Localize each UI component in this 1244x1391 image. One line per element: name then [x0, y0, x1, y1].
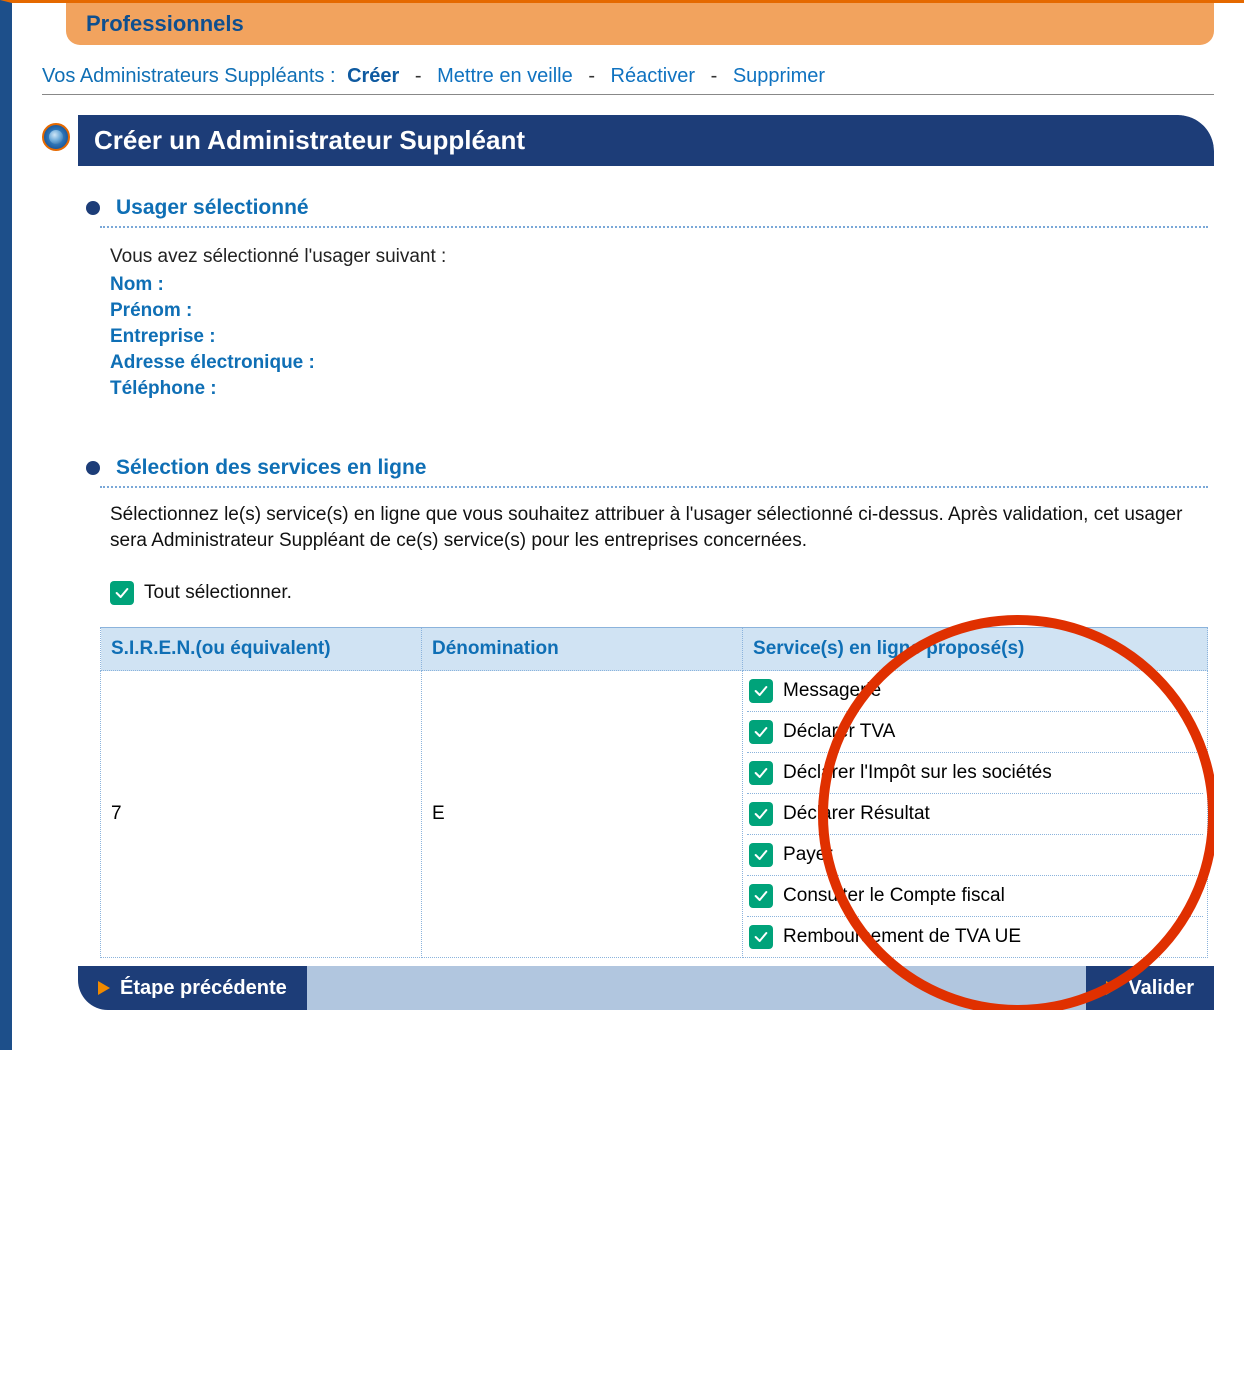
previous-step-label: Étape précédente	[120, 977, 287, 1000]
section-heading-user: Usager sélectionné	[100, 190, 1208, 228]
globe-icon	[42, 123, 70, 151]
service-checkbox[interactable]	[749, 843, 773, 867]
services-table-wrap: S.I.R.E.N.(ou équivalent) Dénomination S…	[100, 627, 1208, 958]
check-icon	[753, 724, 769, 740]
bullet-icon	[86, 461, 100, 475]
service-checkbox[interactable]	[749, 679, 773, 703]
field-prenom: Prénom :	[110, 300, 1198, 322]
service-item-impot-societes: Déclarer l'Impôt sur les sociétés	[747, 753, 1203, 794]
service-item-remboursement-tva-ue: Remboursement de TVA UE	[747, 917, 1203, 957]
select-all-label: Tout sélectionner.	[144, 582, 292, 604]
bullet-icon	[86, 201, 100, 215]
previous-step-button[interactable]: Étape précédente	[78, 966, 307, 1010]
service-label: Consulter le Compte fiscal	[783, 885, 1005, 907]
table-row: 7 E Messagerie	[101, 671, 1208, 958]
arrow-right-icon	[1106, 981, 1118, 995]
service-label: Déclarer TVA	[783, 721, 895, 743]
subnav-link-reactiver[interactable]: Réactiver	[611, 65, 695, 87]
separator: -	[711, 65, 718, 87]
footer-spacer	[307, 966, 1087, 1010]
th-denomination: Dénomination	[422, 628, 743, 671]
subnav-link-supprimer[interactable]: Supprimer	[733, 65, 825, 87]
field-email: Adresse électronique :	[110, 352, 1198, 374]
service-checkbox[interactable]	[749, 884, 773, 908]
cell-siren: 7	[101, 671, 422, 958]
check-icon	[753, 847, 769, 863]
check-icon	[753, 683, 769, 699]
validate-label: Valider	[1128, 977, 1194, 1000]
services-instructions: Sélectionnez le(s) service(s) en ligne q…	[100, 488, 1208, 563]
check-icon	[753, 929, 769, 945]
check-icon	[753, 806, 769, 822]
service-checkbox[interactable]	[749, 802, 773, 826]
field-nom: Nom :	[110, 274, 1198, 296]
footer-bar: Étape précédente Valider	[78, 966, 1214, 1010]
select-all-row: Tout sélectionner.	[100, 563, 1208, 627]
field-telephone: Téléphone :	[110, 378, 1198, 400]
service-item-declarer-resultat: Déclarer Résultat	[747, 794, 1203, 835]
th-siren: S.I.R.E.N.(ou équivalent)	[101, 628, 422, 671]
services-table: S.I.R.E.N.(ou équivalent) Dénomination S…	[100, 627, 1208, 958]
separator: -	[588, 65, 595, 87]
header-bar: Professionnels	[66, 3, 1214, 45]
service-label: Remboursement de TVA UE	[783, 926, 1021, 948]
service-checkbox[interactable]	[749, 925, 773, 949]
user-lead-text: Vous avez sélectionné l'usager suivant :	[110, 246, 1198, 268]
service-label: Messagerie	[783, 680, 881, 702]
field-entreprise: Entreprise :	[110, 326, 1198, 348]
service-label: Déclarer Résultat	[783, 803, 930, 825]
check-icon	[753, 888, 769, 904]
panel-title: Créer un Administrateur Suppléant	[78, 115, 1214, 166]
section-heading-user-text: Usager sélectionné	[116, 196, 309, 220]
service-item-messagerie: Messagerie	[747, 671, 1203, 712]
service-label: Payer	[783, 844, 833, 866]
service-item-consulter-compte: Consulter le Compte fiscal	[747, 876, 1203, 917]
subnav-link-creer[interactable]: Créer	[347, 65, 399, 87]
user-info-block: Vous avez sélectionné l'usager suivant :…	[100, 228, 1208, 440]
select-all-checkbox[interactable]	[110, 581, 134, 605]
check-icon	[114, 585, 130, 601]
th-services: Service(s) en ligne proposé(s)	[743, 628, 1208, 671]
service-item-payer: Payer	[747, 835, 1203, 876]
section-heading-services: Sélection des services en ligne	[100, 450, 1208, 488]
header-title: Professionnels	[86, 11, 244, 36]
service-list: Messagerie Déclarer TVA Dé	[747, 671, 1203, 957]
service-label: Déclarer l'Impôt sur les sociétés	[783, 762, 1052, 784]
cell-denomination: E	[422, 671, 743, 958]
check-icon	[753, 765, 769, 781]
separator: -	[415, 65, 422, 87]
service-checkbox[interactable]	[749, 761, 773, 785]
service-item-declarer-tva: Déclarer TVA	[747, 712, 1203, 753]
service-checkbox[interactable]	[749, 720, 773, 744]
subnav-link-veille[interactable]: Mettre en veille	[437, 65, 573, 87]
validate-button[interactable]: Valider	[1086, 966, 1214, 1010]
section-heading-services-text: Sélection des services en ligne	[116, 456, 426, 480]
subnav: Vos Administrateurs Suppléants : Créer -…	[42, 63, 1214, 95]
main-panel: Créer un Administrateur Suppléant Usager…	[78, 115, 1214, 1010]
arrow-right-icon	[98, 981, 110, 995]
subnav-label: Vos Administrateurs Suppléants :	[42, 65, 336, 87]
